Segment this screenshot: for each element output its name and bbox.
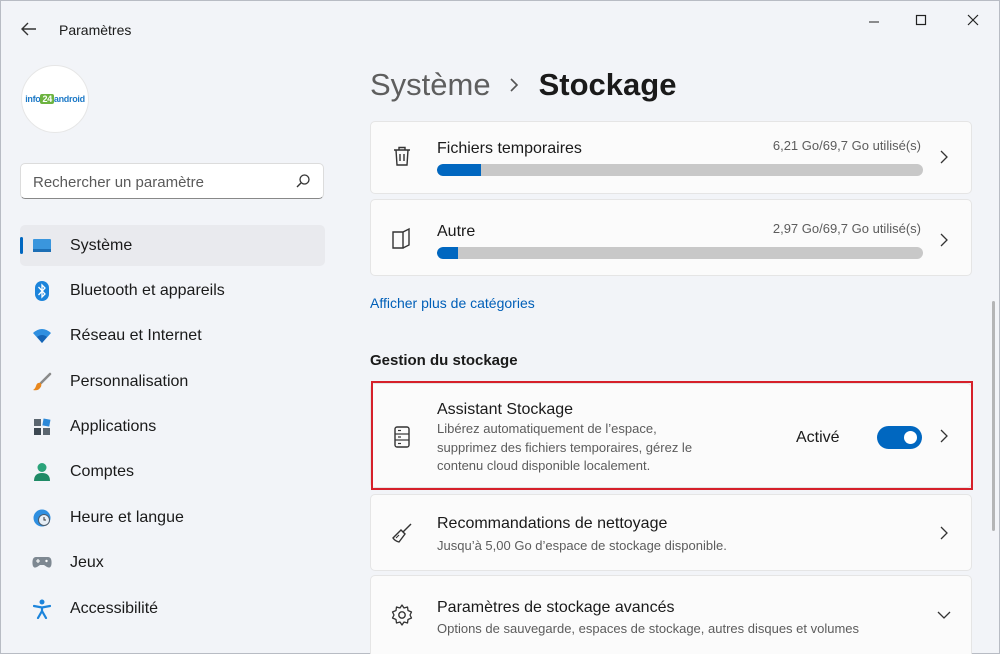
category-title: Fichiers temporaires	[437, 140, 582, 157]
broom-icon	[392, 523, 412, 543]
advanced-storage-settings-card[interactable]: Paramètres de stockage avancés Options d…	[370, 575, 972, 654]
folder-icon	[392, 227, 410, 249]
sidebar-item-label: Accessibilité	[70, 599, 159, 617]
back-button[interactable]	[15, 15, 43, 43]
search-placeholder: Rechercher un paramètre	[33, 174, 204, 191]
storage-drive-icon	[394, 426, 410, 448]
storage-sense-description: Libérez automatiquement de l’espace, sup…	[437, 421, 693, 473]
wifi-icon	[32, 326, 52, 346]
cleanup-recommendations-card[interactable]: Recommandations de nettoyage Jusqu’à 5,0…	[370, 494, 972, 571]
logo: info 24 android	[25, 94, 85, 104]
sidebar-item-bluetooth[interactable]: Bluetooth et appareils	[20, 270, 325, 311]
sidebar-item-label: Réseau et Internet	[70, 327, 202, 345]
usage-bar	[437, 164, 923, 176]
page-title: Stockage	[538, 67, 677, 102]
sidebar-item-applications[interactable]: Applications	[20, 407, 325, 448]
breadcrumb: Système Stockage	[370, 67, 676, 103]
sidebar-item-reseau[interactable]: Réseau et Internet	[20, 316, 325, 357]
chevron-right-icon	[940, 150, 948, 164]
brush-icon	[32, 372, 52, 392]
storage-category-other[interactable]: Autre 2,97 Go/69,7 Go utilisé(s)	[370, 199, 972, 276]
accessibility-icon	[32, 599, 52, 619]
show-more-categories-link[interactable]: Afficher plus de catégories	[370, 295, 535, 311]
cleanup-description: Jusqu’à 5,00 Go d’espace de stockage dis…	[437, 538, 727, 553]
toggle-status-label: Activé	[796, 429, 840, 446]
sidebar-item-label: Jeux	[70, 554, 104, 572]
sidebar-item-personnalisation[interactable]: Personnalisation	[20, 361, 325, 402]
sidebar-item-comptes[interactable]: Comptes	[20, 452, 325, 493]
usage-bar-fill	[437, 247, 458, 259]
sidebar-item-systeme[interactable]: Système	[20, 225, 325, 266]
usage-bar-fill	[437, 164, 481, 176]
maximize-button[interactable]	[898, 9, 944, 31]
avatar[interactable]: info 24 android	[21, 65, 89, 133]
trash-icon	[394, 146, 410, 166]
sidebar-item-label: Comptes	[70, 463, 135, 481]
gear-icon	[391, 604, 413, 626]
storage-sense-card[interactable]: Assistant Stockage Libérez automatiqueme…	[370, 383, 972, 488]
storage-category-temp-files[interactable]: Fichiers temporaires 6,21 Go/69,7 Go uti…	[370, 121, 972, 194]
title-bar: Paramètres	[1, 1, 999, 59]
close-icon	[967, 14, 979, 26]
system-icon	[32, 236, 52, 256]
maximize-icon	[915, 14, 927, 26]
chevron-down-icon	[937, 611, 951, 619]
sidebar-item-label: Système	[70, 236, 133, 254]
search-input[interactable]: Rechercher un paramètre	[20, 163, 324, 199]
cleanup-title: Recommandations de nettoyage	[437, 515, 668, 532]
bluetooth-icon	[32, 280, 52, 301]
apps-icon	[32, 417, 52, 437]
search-icon	[296, 174, 310, 188]
sidebar-item-heure-langue[interactable]: Heure et langue	[20, 497, 325, 538]
sidebar-item-label: Bluetooth et appareils	[70, 281, 225, 299]
sidebar-item-accessibilite[interactable]: Accessibilité	[20, 588, 325, 629]
storage-sense-title: Assistant Stockage	[437, 401, 574, 418]
scrollbar[interactable]	[992, 301, 995, 531]
toggle-knob	[904, 431, 917, 444]
settings-window: Paramètres info 24 android Rechercher un p…	[0, 0, 1000, 654]
chevron-right-icon	[509, 77, 521, 93]
advanced-title: Paramètres de stockage avancés	[437, 599, 675, 616]
sidebar-nav: Système Bluetooth et appareils Réseau et…	[20, 225, 325, 634]
category-usage: 6,21 Go/69,7 Go utilisé(s)	[772, 138, 921, 153]
section-title: Gestion du stockage	[370, 352, 518, 369]
chevron-right-icon	[940, 526, 948, 540]
person-icon	[32, 462, 52, 482]
category-title: Autre	[437, 223, 476, 240]
sidebar-item-jeux[interactable]: Jeux	[20, 543, 325, 584]
minimize-icon	[869, 21, 879, 23]
gamepad-icon	[32, 553, 52, 573]
clock-globe-icon	[32, 508, 52, 528]
sidebar-item-label: Applications	[70, 418, 157, 436]
usage-bar	[437, 247, 923, 259]
chevron-right-icon	[940, 429, 948, 443]
advanced-description: Options de sauvegarde, espaces de stocka…	[437, 621, 860, 636]
app-title: Paramètres	[59, 22, 132, 38]
arrow-left-icon	[21, 22, 36, 36]
chevron-right-icon	[940, 233, 948, 247]
close-button[interactable]	[950, 9, 996, 31]
sidebar-item-label: Heure et langue	[70, 508, 184, 526]
storage-sense-toggle[interactable]	[877, 426, 922, 449]
minimize-button[interactable]	[851, 9, 897, 31]
category-usage: 2,97 Go/69,7 Go utilisé(s)	[772, 221, 921, 236]
breadcrumb-parent[interactable]: Système	[370, 67, 491, 103]
sidebar-item-label: Personnalisation	[70, 372, 189, 390]
